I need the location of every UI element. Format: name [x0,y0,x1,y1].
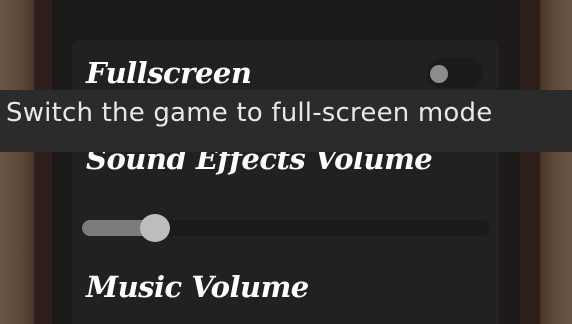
sound-effects-volume-slider[interactable] [82,214,490,242]
game-settings-view: Fullscreen Sound Effects Volume Music Vo… [0,0,572,324]
fullscreen-toggle-knob [430,65,448,83]
slider-thumb[interactable] [140,214,170,242]
fullscreen-tooltip: Switch the game to full-screen mode [0,90,572,152]
fullscreen-toggle[interactable] [427,58,483,88]
music-volume-label: Music Volume [86,270,309,304]
background-left-edge [0,0,34,324]
tooltip-text: Switch the game to full-screen mode [6,98,493,128]
background-right-edge [540,0,572,324]
fullscreen-label: Fullscreen [86,56,252,90]
